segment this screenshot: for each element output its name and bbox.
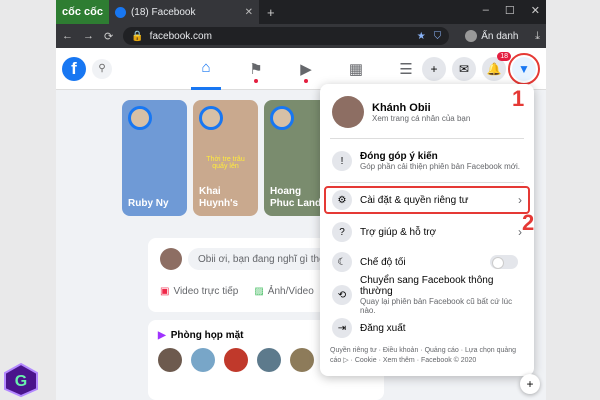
dark-mode-label: Chế độ tối <box>360 256 406 268</box>
feedback-item[interactable]: ! Đóng góp ý kiến Góp phần cải thiện phiê… <box>326 146 528 176</box>
avatar <box>199 106 223 130</box>
tab-title: (18) Facebook <box>130 6 196 18</box>
story-name: Khai Huynh's <box>199 186 239 209</box>
feedback-title: Đóng góp ý kiến <box>360 151 438 162</box>
moon-icon: ☾ <box>332 252 352 272</box>
watch-icon[interactable]: ▶ <box>291 48 321 90</box>
menu-footer[interactable]: Quyền riêng tư · Điều khoản · Quảng cáo … <box>330 346 520 366</box>
classic-facebook-item[interactable]: ⟲ Chuyển sang Facebook thông thường Quay … <box>326 275 528 315</box>
photo-video-button[interactable]: ▨ Ảnh/Video <box>254 286 313 297</box>
shield-icon[interactable]: ⛉ <box>434 31 442 42</box>
story-name: Ruby Ny <box>128 198 169 209</box>
messenger-icon[interactable]: ✉ <box>452 57 476 81</box>
chevron-right-icon: › <box>518 193 522 207</box>
close-icon[interactable]: ✕ <box>245 7 253 18</box>
avatar <box>270 106 294 130</box>
close-window-icon[interactable]: ✕ <box>531 4 540 17</box>
story-card[interactable]: Thời tre trâu quẩy lên Khai Huynh's <box>193 100 258 216</box>
new-tab-button[interactable]: + <box>267 5 275 20</box>
profile-button[interactable]: Ẩn danh <box>465 30 518 42</box>
help-item[interactable]: ? Trợ giúp & hỗ trợ › <box>326 220 528 244</box>
avatar[interactable] <box>224 348 248 372</box>
settings-privacy-item[interactable]: ⚙ Cài đặt & quyền riêng tư › <box>324 186 530 214</box>
room-icon: ▶ <box>158 330 166 341</box>
avatar[interactable] <box>158 348 182 372</box>
logout-icon: ⇥ <box>332 318 352 338</box>
maximize-icon[interactable]: ☐ <box>505 4 515 17</box>
logout-label: Đăng xuất <box>360 322 406 334</box>
profile-label: Ẩn danh <box>481 30 519 42</box>
feedback-icon: ! <box>332 151 352 171</box>
room-title: Phòng họp mặt <box>170 330 244 341</box>
download-icon[interactable]: ⤓ <box>535 30 540 43</box>
url-text: facebook.com <box>149 30 212 42</box>
facebook-icon <box>114 6 126 18</box>
avatar <box>332 96 364 128</box>
classic-sub: Quay lại phiên bản Facebook cũ bất cứ lú… <box>360 297 513 315</box>
help-icon: ? <box>332 222 352 242</box>
forward-icon[interactable]: → <box>83 30 94 42</box>
gear-icon: ⚙ <box>332 190 352 210</box>
browser-brand[interactable]: cốc cốc <box>56 0 109 24</box>
create-icon[interactable]: + <box>422 57 446 81</box>
site-logo: G <box>4 362 38 398</box>
lock-icon: 🔒 <box>131 30 144 42</box>
pages-icon[interactable]: ⚑ <box>241 48 271 90</box>
search-icon[interactable]: ⚲ <box>92 58 112 79</box>
photo-icon: ▨ <box>254 286 264 297</box>
classic-title: Chuyển sang Facebook thông thường <box>360 275 494 297</box>
notifications-icon[interactable]: 🔔 18 <box>482 52 511 81</box>
dark-mode-item: ☾ Chế độ tối <box>326 250 528 274</box>
minimize-icon[interactable]: – <box>483 4 489 17</box>
browser-window: cốc cốc (18) Facebook ✕ + – ☐ ✕ ← → ⟳ 🔒 … <box>56 0 546 400</box>
help-label: Trợ giúp & hỗ trợ <box>360 226 437 238</box>
notification-badge: 18 <box>497 52 511 61</box>
profile-link[interactable]: Khánh Obii Xem trang cá nhân của bạn <box>326 94 528 130</box>
window-controls: – ☐ ✕ <box>483 4 540 17</box>
story-name: Hoang Phuc Land <box>270 186 322 209</box>
story-card[interactable]: Ruby Ny <box>122 100 187 216</box>
facebook-logo[interactable]: f <box>62 56 86 81</box>
dark-mode-toggle[interactable] <box>490 255 518 269</box>
step-marker-1: 1 <box>512 86 525 111</box>
svg-text:G: G <box>15 373 27 390</box>
incognito-icon <box>465 30 478 42</box>
video-camera-icon: ▣ <box>160 286 170 297</box>
avatar <box>128 106 152 130</box>
step-marker-2: 2 <box>522 210 535 235</box>
back-icon[interactable]: ← <box>62 30 73 42</box>
live-video-label: Video trực tiếp <box>173 286 239 297</box>
tab-facebook[interactable]: (18) Facebook ✕ <box>108 0 259 24</box>
photo-video-label: Ảnh/Video <box>267 286 314 297</box>
avatar[interactable] <box>257 348 281 372</box>
avatar <box>160 248 182 270</box>
account-menu-button[interactable]: ▼ <box>508 53 540 85</box>
account-menu: Khánh Obii Xem trang cá nhân của bạn ! Đó… <box>320 84 534 376</box>
feedback-sub: Góp phần cải thiện phiên bản Facebook mớ… <box>360 162 521 171</box>
avatar[interactable] <box>191 348 215 372</box>
switch-icon: ⟲ <box>332 285 352 305</box>
new-message-button[interactable]: + <box>520 374 540 394</box>
story-caption: Thời tre trâu quẩy lên <box>206 156 245 170</box>
reload-icon[interactable]: ⟳ <box>104 30 113 43</box>
tab-bar: cốc cốc (18) Facebook ✕ + – ☐ ✕ <box>56 0 546 24</box>
live-video-button[interactable]: ▣ Video trực tiếp <box>160 286 238 297</box>
home-icon[interactable]: ⌂ <box>191 48 221 90</box>
stories-tray: Ruby Ny Thời tre trâu quẩy lên Khai Huyn… <box>122 100 329 216</box>
user-sub: Xem trang cá nhân của bạn <box>372 113 471 123</box>
settings-label: Cài đặt & quyền riêng tư <box>360 194 469 206</box>
user-name: Khánh Obii <box>372 101 431 114</box>
url-field[interactable]: 🔒 facebook.com ★ ⛉ <box>123 27 450 45</box>
star-icon[interactable]: ★ <box>417 31 426 42</box>
avatar[interactable] <box>290 348 314 372</box>
logout-item[interactable]: ⇥ Đăng xuất <box>326 316 528 340</box>
address-bar: ← → ⟳ 🔒 facebook.com ★ ⛉ Ẩn danh ⤓ <box>56 24 546 48</box>
